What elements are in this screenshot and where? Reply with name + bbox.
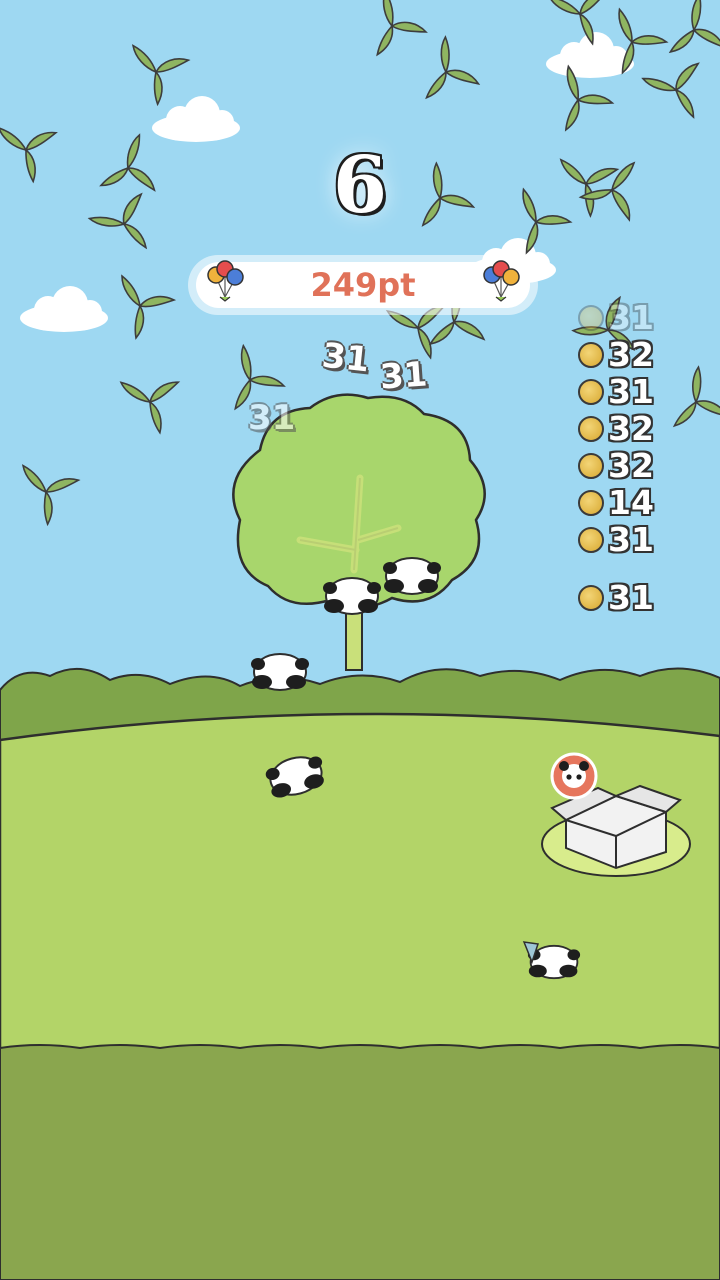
coin-icon [578, 342, 604, 368]
coin-icon [578, 379, 604, 405]
coin-log-row: 32 [576, 411, 696, 447]
grass-field [0, 712, 720, 1052]
panda-face-icon [550, 752, 598, 800]
coin-amount: 31 [608, 520, 654, 559]
countdown-timer: 6 [332, 140, 388, 231]
coin-icon [578, 527, 604, 553]
coin-icon [578, 305, 604, 331]
coin-log-row: 32 [576, 337, 696, 373]
balloons-icon [207, 260, 244, 302]
floating-number: 31 [248, 398, 296, 438]
coin-amount: 32 [608, 409, 654, 448]
coin-amount: 32 [608, 446, 654, 485]
coin-log-row: 31 [576, 374, 696, 410]
floating-number: 31 [378, 354, 429, 398]
coin-icon [578, 416, 604, 442]
coin-amount: 31 [608, 578, 654, 617]
grass-foreground [0, 1044, 720, 1280]
coin-icon [578, 585, 604, 611]
coin-amount: 14 [608, 483, 654, 522]
coin-log-row: 31 [576, 580, 696, 616]
coin-log-row: 32 [576, 448, 696, 484]
balloons-icon [483, 260, 520, 302]
panda[interactable] [250, 653, 310, 691]
panda[interactable] [322, 577, 382, 615]
coin-icon [578, 453, 604, 479]
floating-number: 31 [320, 335, 372, 381]
coin-log-row: 14 [576, 485, 696, 521]
panda[interactable] [382, 557, 442, 595]
coin-amount: 32 [608, 335, 654, 374]
coin-log-row: 31 [576, 300, 696, 336]
score-bar: 249pt [188, 255, 538, 315]
coin-amount: 31 [608, 372, 654, 411]
coin-icon [578, 490, 604, 516]
coin-log-row: 31 [576, 522, 696, 558]
coin-amount: 31 [608, 298, 654, 337]
